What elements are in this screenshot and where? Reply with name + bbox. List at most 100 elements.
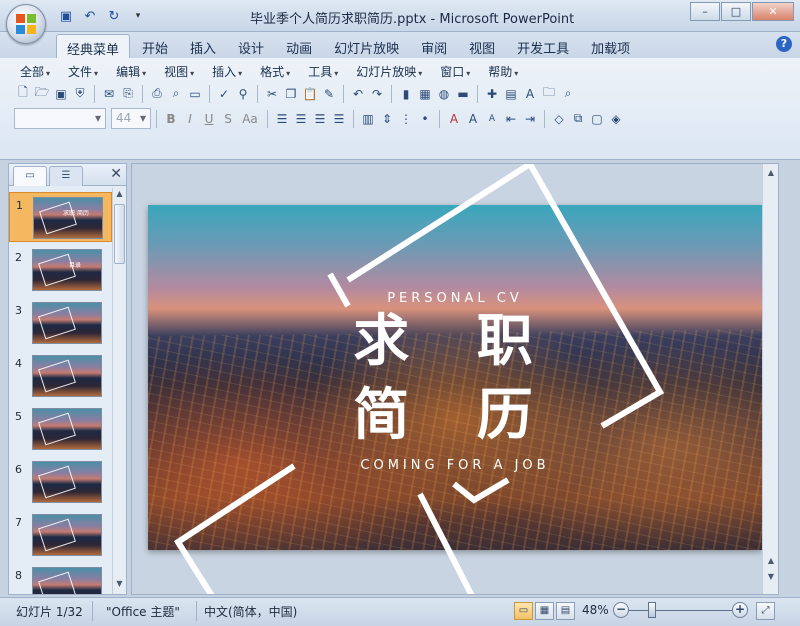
textbox-icon[interactable]: A [521,84,539,103]
justify-icon[interactable]: ☰ [330,109,348,128]
close-button[interactable]: ✕ [752,2,794,21]
tab-outline[interactable]: ☰ [49,166,83,186]
font-size-select[interactable]: 44 ▾ [111,108,151,129]
office-button[interactable] [6,4,46,44]
align-right-icon[interactable]: ☰ [311,109,329,128]
menu-tools[interactable]: 工具 ▾ [300,62,346,80]
tab-home[interactable]: 开始 [132,34,178,58]
menu-help[interactable]: 帮助 ▾ [480,62,526,80]
table-icon[interactable]: ▦ [416,84,434,103]
menu-view[interactable]: 视图 ▾ [156,62,202,80]
menu-insert[interactable]: 插入 ▾ [204,62,250,80]
tab-slides[interactable]: ▭ [13,166,47,186]
shrink-font-icon[interactable]: A [483,109,501,128]
help-icon[interactable]: ? [776,36,792,52]
new-slide-icon[interactable]: ✚ [483,84,501,103]
slide-sorter-button[interactable]: ▦ [535,602,554,620]
italic-button[interactable]: I [181,109,199,128]
format-painter-icon[interactable]: ✎ [320,84,338,103]
scroll-up-icon[interactable]: ▲ [765,168,777,177]
scroll-thumb[interactable] [114,204,125,264]
shape-fill-icon[interactable]: ◈ [607,109,625,128]
redo-icon[interactable]: ↷ [368,84,386,103]
font-color-icon[interactable]: A [445,109,463,128]
change-case-button[interactable]: Aa [238,109,262,128]
quick-styles-icon[interactable]: ▢ [588,109,606,128]
search-icon[interactable]: ⌕ [559,84,577,103]
scroll-up-icon[interactable]: ▲ [113,189,126,203]
menu-edit[interactable]: 编辑 ▾ [108,62,154,80]
pane-close-icon[interactable]: ✕ [110,166,122,182]
grow-font-icon[interactable]: A [464,109,482,128]
zoom-level[interactable]: 48% [582,603,609,617]
shapes-icon[interactable]: ◇ [550,109,568,128]
cut-icon[interactable]: ✂ [263,84,281,103]
font-name-select[interactable]: ▾ [14,108,106,129]
tab-slideshow[interactable]: 幻灯片放映 [324,34,409,58]
slide-thumbnail[interactable]: 1 求职 简历 [9,192,112,242]
tab-review[interactable]: 审阅 [411,34,457,58]
previous-slide-icon[interactable]: ▲ [765,556,777,565]
decrease-indent-icon[interactable]: ⇤ [502,109,520,128]
slide-thumbnail[interactable]: 8 [9,563,112,594]
numbering-icon[interactable]: ⋮ [397,109,415,128]
menu-format[interactable]: 格式 ▾ [252,62,298,80]
pdf-icon[interactable]: ⎘ [119,84,137,103]
normal-view-button[interactable]: ▭ [514,602,533,620]
language-indicator[interactable]: 中文(简体，中国) [204,603,297,620]
align-left-icon[interactable]: ☰ [273,109,291,128]
bullets-icon[interactable]: • [416,109,434,128]
redo-icon[interactable]: ↻ [104,7,124,25]
copy-icon[interactable]: ❐ [282,84,300,103]
zoom-slider-thumb[interactable] [648,602,656,618]
scroll-down-icon[interactable]: ▼ [113,579,126,593]
minimize-button[interactable]: – [690,2,720,21]
open-folder-icon[interactable]: 🗁 [33,84,51,103]
slide-thumbnail[interactable]: 2 目录 [9,245,112,295]
tab-animations[interactable]: 动画 [276,34,322,58]
folder-icon[interactable]: 🗀 [540,84,558,103]
zoom-out-button[interactable]: − [613,602,629,618]
new-file-icon[interactable]: 🗋 [14,84,32,103]
fit-to-window-button[interactable]: ⤢ [756,602,775,620]
maximize-button[interactable]: □ [721,2,751,21]
shadow-button[interactable]: S [219,109,237,128]
print-icon[interactable]: ⎙ [148,84,166,103]
tab-addins[interactable]: 加载项 [581,34,640,58]
tab-insert[interactable]: 插入 [180,34,226,58]
tab-design[interactable]: 设计 [228,34,274,58]
arrange-icon[interactable]: ⧉ [569,109,587,128]
menu-all[interactable]: 全部 ▾ [12,62,58,80]
save-icon[interactable]: ▣ [52,84,70,103]
bold-button[interactable]: B [162,109,180,128]
slide-thumbnail[interactable]: 3 [9,298,112,348]
align-center-icon[interactable]: ☰ [292,109,310,128]
globe-icon[interactable]: ◍ [435,84,453,103]
undo-icon[interactable]: ↶ [80,7,100,25]
line-spacing-icon[interactable]: ⇕ [378,109,396,128]
increase-indent-icon[interactable]: ⇥ [521,109,539,128]
tab-classic-menu[interactable]: 经典菜单 [56,34,131,58]
slide-scrollbar[interactable]: ▲ ▲ ▼ [762,164,778,594]
tab-developer[interactable]: 开发工具 [507,34,579,58]
undo-icon[interactable]: ↶ [349,84,367,103]
zoom-in-button[interactable]: + [732,602,748,618]
page-setup-icon[interactable]: ▭ [186,84,204,103]
research-icon[interactable]: ⚲ [234,84,252,103]
slide-thumbnail[interactable]: 6 [9,457,112,507]
slideshow-button[interactable]: ▤ [556,602,575,620]
next-slide-icon[interactable]: ▼ [765,572,777,581]
slide-thumbnail[interactable]: 5 [9,404,112,454]
columns-icon[interactable]: ▥ [359,109,377,128]
menu-window[interactable]: 窗口 ▾ [432,62,478,80]
menu-slideshow[interactable]: 幻灯片放映 ▾ [348,62,430,80]
customize-icon[interactable]: ▾ [128,7,148,25]
slide-thumbnail[interactable]: 4 [9,351,112,401]
underline-button[interactable]: U [200,109,218,128]
save-icon[interactable]: ▣ [56,7,76,25]
zoom-slider-track[interactable] [628,610,732,611]
print-preview-icon[interactable]: ⌕ [167,84,185,103]
color-fill-icon[interactable]: ▬ [454,84,472,103]
tab-view[interactable]: 视图 [459,34,505,58]
chart-icon[interactable]: ▮ [397,84,415,103]
